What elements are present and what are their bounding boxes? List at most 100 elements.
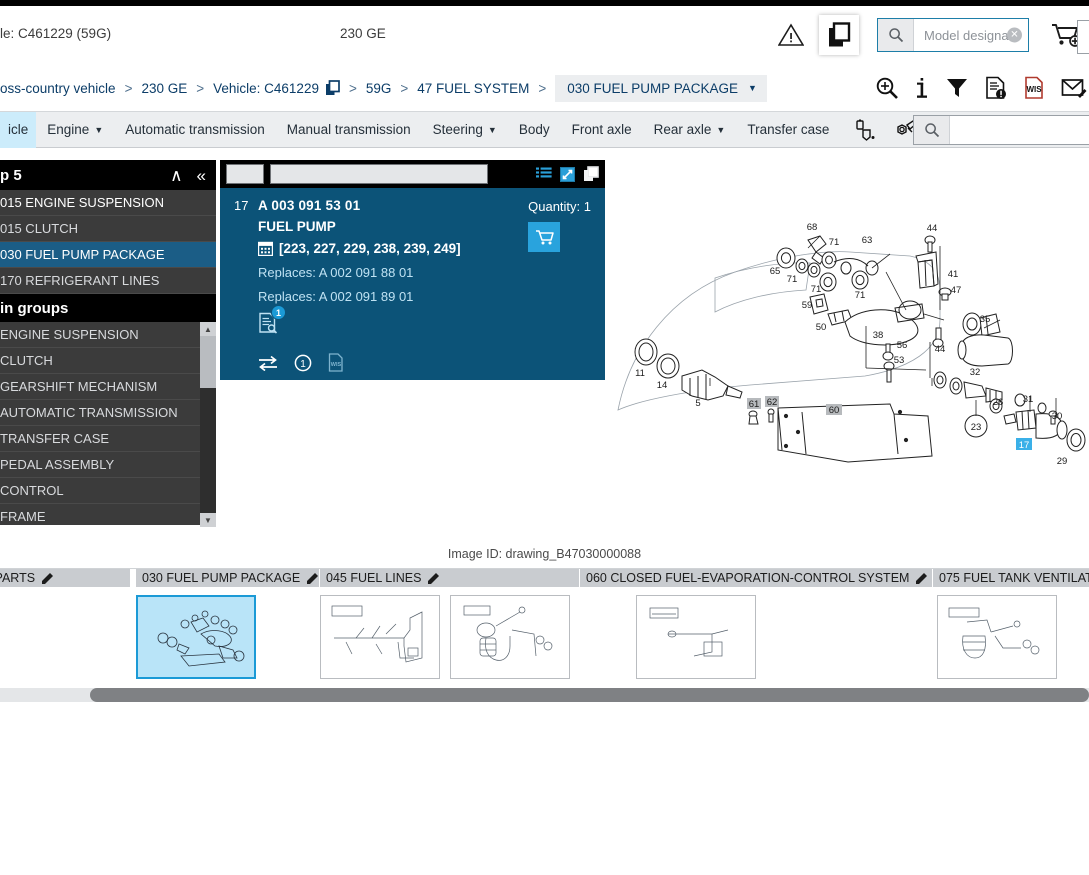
- clear-icon[interactable]: ✕: [1007, 27, 1022, 43]
- sidebar-group-label: PEDAL ASSEMBLY: [0, 457, 115, 472]
- wis-document-icon[interactable]: WIS: [1023, 76, 1045, 100]
- scroll-down-icon[interactable]: ▼: [200, 513, 216, 527]
- part-replaces-2[interactable]: Replaces: A 002 091 89 01: [258, 289, 591, 304]
- sidebar-group-frame[interactable]: FRAME: [0, 504, 200, 527]
- sidebar-group-clutch[interactable]: CLUTCH: [0, 348, 200, 374]
- thumb-group-header[interactable]: 060 CLOSED FUEL-EVAPORATION-CONTROL SYST…: [580, 569, 932, 587]
- wis-document-icon[interactable]: WIS: [328, 353, 344, 372]
- tab-manual-transmission[interactable]: Manual transmission: [276, 112, 422, 148]
- chevron-up-icon[interactable]: ∧: [170, 167, 182, 184]
- tab-steering-label: Steering: [432, 122, 483, 137]
- copy-icon[interactable]: [325, 80, 340, 96]
- sidebar-item-030-fuel-pump-package[interactable]: 030 FUEL PUMP PACKAGE: [0, 242, 216, 268]
- sidebar-scrollbar[interactable]: ▲ ▼: [200, 322, 216, 527]
- breadcrumb-item-2[interactable]: Vehicle: C461229: [213, 81, 319, 96]
- tab-steering[interactable]: Steering ▼: [422, 112, 508, 148]
- sidebar-group-transfer-case[interactable]: TRANSFER CASE: [0, 426, 200, 452]
- tab-engine[interactable]: Engine ▼: [36, 112, 114, 148]
- sidebar-group-gearshift-mechanism[interactable]: GEARSHIFT MECHANISM: [0, 374, 200, 400]
- horizontal-scroll-thumb[interactable]: [90, 688, 1089, 702]
- exploded-parts-drawing[interactable]: 11 14 5 65 71 68 71 71 71 63 59 50 38 56…: [610, 160, 1089, 540]
- thumbnail-item[interactable]: [450, 595, 570, 679]
- edit-icon[interactable]: [915, 572, 928, 585]
- sidebar-group-label: CLUTCH: [0, 353, 53, 368]
- tab-automatic-transmission-label: Automatic transmission: [125, 122, 265, 137]
- breadcrumb-item-1[interactable]: 230 GE: [141, 81, 187, 96]
- model-designation-search[interactable]: Model designati ✕: [877, 18, 1029, 52]
- add-to-cart-icon[interactable]: [528, 222, 561, 252]
- tab-rear-axle[interactable]: Rear axle ▼: [643, 112, 737, 148]
- thumbnail-item[interactable]: [937, 595, 1057, 679]
- breadcrumb-item-3[interactable]: 59G: [366, 81, 392, 96]
- document-search-icon[interactable]: 1: [258, 305, 286, 334]
- filter-icon[interactable]: [945, 76, 969, 100]
- info-icon[interactable]: [915, 76, 929, 100]
- part-quantity-block: Quantity: 1: [528, 199, 591, 252]
- breadcrumb-item-4[interactable]: 47 FUEL SYSTEM: [417, 81, 529, 96]
- thumb-group-header[interactable]: 045 FUEL LINES: [320, 569, 579, 587]
- breadcrumb-current-dropdown[interactable]: 030 FUEL PUMP PACKAGE ▼: [555, 74, 767, 102]
- part-detail-card[interactable]: 17 A 003 091 53 01 FUEL PUMP [223, 227, …: [220, 188, 605, 380]
- swap-arrows-icon[interactable]: [258, 355, 278, 371]
- tab-vehicle-active[interactable]: icle: [0, 111, 37, 148]
- tab-body-label: Body: [518, 122, 550, 137]
- scroll-up-icon[interactable]: ▲: [200, 322, 216, 336]
- thumb-group-title: 060 CLOSED FUEL-EVAPORATION-CONTROL SYST…: [586, 571, 910, 585]
- breadcrumb-separator: >: [124, 80, 133, 96]
- part-search-input[interactable]: [270, 164, 488, 184]
- sidebar-group-header: in groups: [0, 294, 216, 322]
- copy-icon[interactable]: [583, 166, 599, 182]
- sidebar-group-engine-suspension[interactable]: ENGINE SUSPENSION: [0, 322, 200, 348]
- tab-body[interactable]: Body: [508, 112, 561, 148]
- sidebar-scroll-thumb[interactable]: [200, 336, 216, 388]
- sidebar-item-170-refrigerant-lines[interactable]: 170 REFRIGERANT LINES: [0, 268, 216, 294]
- part-replaces-1[interactable]: Replaces: A 002 091 88 01: [258, 265, 591, 280]
- sidebar-item-015-clutch[interactable]: 015 CLUTCH: [0, 216, 216, 242]
- svg-text:29: 29: [1057, 456, 1068, 467]
- double-chevron-left-icon[interactable]: «: [197, 167, 206, 184]
- edit-icon[interactable]: [427, 572, 440, 585]
- thumb-group-header[interactable]: 075 FUEL TANK VENTILAT: [933, 569, 1089, 587]
- part-footer-icons: 1 WIS: [258, 353, 591, 372]
- part-list-toolbar: [220, 160, 605, 188]
- thumb-group-header[interactable]: 030 FUEL PUMP PACKAGE: [136, 569, 319, 587]
- breadcrumb-current-label: 030 FUEL PUMP PACKAGE: [567, 80, 739, 96]
- sidebar-item-015-engine-suspension[interactable]: 015 ENGINE SUSPENSION: [0, 190, 216, 216]
- tab-automatic-transmission[interactable]: Automatic transmission: [114, 112, 276, 148]
- thumb-group-030-fuel-pump-package: 030 FUEL PUMP PACKAGE: [136, 569, 319, 679]
- circled-one-icon[interactable]: 1: [294, 354, 312, 372]
- horizontal-scrollbar[interactable]: [0, 688, 1089, 702]
- svg-text:5: 5: [695, 398, 700, 409]
- part-toolbar-icons: [536, 166, 599, 182]
- tab-search-box[interactable]: [913, 115, 1089, 145]
- thumbnail-item[interactable]: [320, 595, 440, 679]
- document-alert-icon[interactable]: [985, 76, 1007, 100]
- zoom-in-icon[interactable]: [875, 76, 899, 100]
- tab-front-axle[interactable]: Front axle: [561, 112, 643, 148]
- warning-triangle-icon[interactable]: [773, 17, 809, 53]
- svg-text:71: 71: [811, 284, 822, 295]
- edit-icon[interactable]: [41, 572, 54, 585]
- sidebar-group-pedal-assembly[interactable]: PEDAL ASSEMBLY: [0, 452, 200, 478]
- model-designation-placeholder: Model designati: [924, 27, 1016, 43]
- sidebar-group-label: ENGINE SUSPENSION: [0, 327, 139, 342]
- copy-icon-button[interactable]: [819, 15, 859, 55]
- sidebar-group-automatic-transmission[interactable]: AUTOMATIC TRANSMISSION: [0, 400, 200, 426]
- edit-icon[interactable]: [306, 572, 319, 585]
- expand-icon[interactable]: [560, 166, 575, 182]
- tab-transfer-case[interactable]: Transfer case: [736, 112, 840, 148]
- thumbnail-strip[interactable]: TACHABLE PARTS 030 FUEL PUMP PACKAGE: [0, 568, 1089, 688]
- model-designation-input[interactable]: Model designati ✕: [914, 19, 1028, 51]
- list-view-icon[interactable]: [536, 167, 552, 181]
- thumbnail-item[interactable]: [636, 595, 756, 679]
- breadcrumb-item-0[interactable]: oss-country vehicle: [0, 81, 116, 96]
- thumb-group-header[interactable]: TACHABLE PARTS: [0, 569, 130, 587]
- breadcrumb-separator: >: [196, 80, 205, 96]
- sidebar-group-control[interactable]: CONTROL: [0, 478, 200, 504]
- paint-can-icon[interactable]: [854, 119, 878, 141]
- mail-edit-icon[interactable]: [1061, 77, 1087, 99]
- tab-bar-icons: [854, 119, 918, 141]
- tab-search-input[interactable]: [950, 116, 1089, 144]
- part-filter-input[interactable]: [226, 164, 264, 184]
- thumbnail-item-selected[interactable]: [136, 595, 256, 679]
